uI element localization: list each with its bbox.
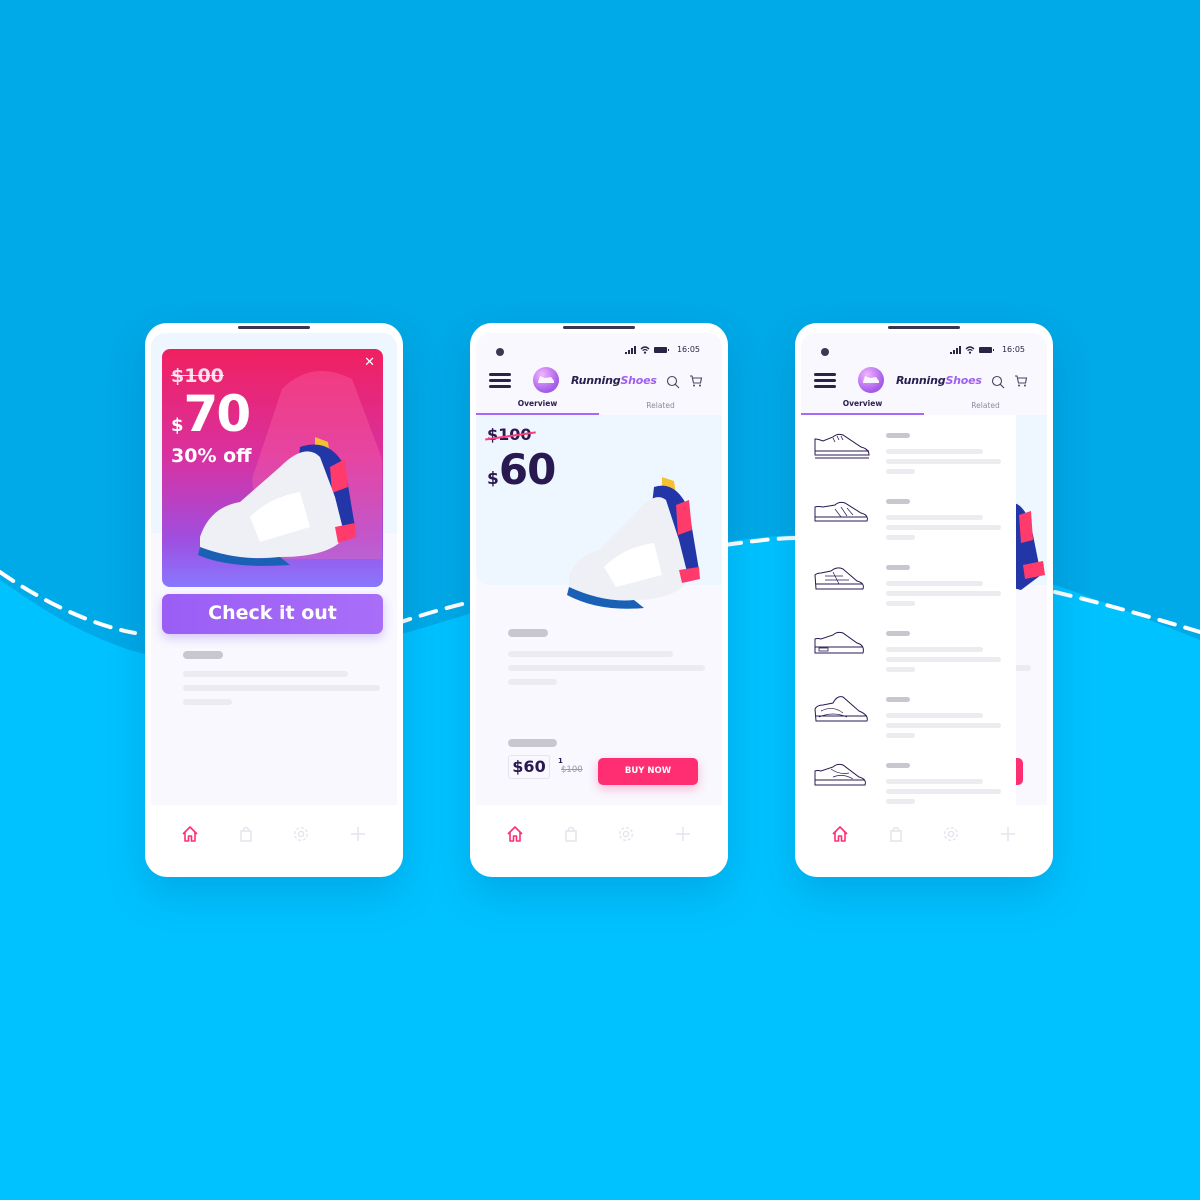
related-item[interactable] xyxy=(801,679,1016,745)
check-it-out-button[interactable]: Check it out xyxy=(162,594,383,634)
gear-icon[interactable] xyxy=(940,823,962,845)
price-value: 60 xyxy=(498,445,556,494)
home-icon[interactable] xyxy=(179,823,201,845)
wifi-icon xyxy=(965,345,975,354)
menu-icon[interactable] xyxy=(489,373,511,388)
status-bar: 16:05 xyxy=(476,345,722,359)
plus-icon[interactable] xyxy=(672,823,694,845)
plus-icon[interactable] xyxy=(347,823,369,845)
bag-icon[interactable] xyxy=(885,823,907,845)
phone-related: 16:05 RunningShoes Overview Related xyxy=(795,323,1053,877)
skeleton-title xyxy=(183,651,223,659)
tab-bar: Overview Related xyxy=(801,397,1047,415)
speaker-notch xyxy=(238,326,310,329)
screen: 16:05 RunningShoes Overview Related $100… xyxy=(476,333,722,805)
cart-icon[interactable] xyxy=(689,374,703,388)
gear-icon[interactable] xyxy=(290,823,312,845)
sneaker-trainer-icon xyxy=(814,567,864,590)
phone-product: 16:05 RunningShoes Overview Related $100… xyxy=(470,323,728,877)
bottom-nav xyxy=(795,805,1053,865)
skeleton-title xyxy=(508,629,548,637)
brand-part1: Running xyxy=(896,374,946,387)
search-icon[interactable] xyxy=(666,375,680,389)
buy-now-button[interactable]: BUY NOW xyxy=(598,758,698,785)
tab-bar: Overview Related xyxy=(476,397,722,415)
logo-icon xyxy=(533,367,559,393)
content-area xyxy=(801,415,1047,805)
bag-icon[interactable] xyxy=(235,823,257,845)
speaker-notch xyxy=(888,326,960,329)
clock: 16:05 xyxy=(1001,345,1025,354)
sneaker-huarache-icon xyxy=(814,696,868,722)
camera-dot xyxy=(821,348,829,356)
phone-promo: 16:05 RunningShoes Overview Related $100… xyxy=(145,323,403,877)
menu-icon[interactable] xyxy=(814,373,836,388)
related-item[interactable] xyxy=(801,481,1016,547)
app-bar: RunningShoes xyxy=(801,367,1047,397)
sneaker-canvas-icon xyxy=(814,433,870,459)
wifi-icon xyxy=(640,345,650,354)
content-area: $100 $70 30% off ✕ Check it out xyxy=(151,333,397,805)
original-price: $100 xyxy=(561,765,583,775)
skeleton-line xyxy=(508,651,673,657)
tab-overview[interactable]: Overview xyxy=(476,397,599,415)
skeleton-line xyxy=(183,671,348,677)
old-price: $100 xyxy=(487,425,532,444)
skeleton-line xyxy=(508,679,557,685)
sneaker-runner-icon xyxy=(814,763,866,786)
skeleton-line xyxy=(183,699,232,705)
skeleton-line xyxy=(183,685,380,691)
bottom-nav xyxy=(145,805,403,865)
brand-name: RunningShoes xyxy=(571,374,657,387)
battery-icon xyxy=(653,346,669,353)
cart-icon[interactable] xyxy=(1014,374,1028,388)
home-icon[interactable] xyxy=(504,823,526,845)
shoe-image xyxy=(567,477,700,609)
brand-name: RunningShoes xyxy=(896,374,982,387)
camera-dot xyxy=(496,348,504,356)
speaker-notch xyxy=(563,326,635,329)
close-icon[interactable]: ✕ xyxy=(364,355,375,370)
app-bar: RunningShoes xyxy=(476,367,722,397)
shoe-image xyxy=(198,437,356,566)
skeleton-title xyxy=(508,739,557,747)
related-item[interactable] xyxy=(801,547,1016,613)
screen: 16:05 RunningShoes Overview Related $100… xyxy=(151,333,397,805)
skeleton-line xyxy=(508,665,705,671)
status-bar: 16:05 xyxy=(801,345,1047,359)
gear-icon[interactable] xyxy=(615,823,637,845)
tab-overview[interactable]: Overview xyxy=(801,397,924,415)
sale-price: $60 xyxy=(487,445,556,494)
related-item[interactable] xyxy=(801,613,1016,679)
battery-icon xyxy=(978,346,994,353)
related-item[interactable] xyxy=(801,745,1016,805)
quantity: 1 xyxy=(558,757,563,765)
sneaker-airmax-icon xyxy=(814,631,864,654)
price-box: $60 xyxy=(508,755,550,779)
signal-icon xyxy=(949,345,961,354)
related-item[interactable] xyxy=(801,415,1016,481)
sneaker-stripes-icon xyxy=(814,501,868,522)
plus-icon[interactable] xyxy=(997,823,1019,845)
related-drawer xyxy=(801,415,1016,805)
screen: 16:05 RunningShoes Overview Related xyxy=(801,333,1047,805)
promo-card: $100 $70 30% off ✕ xyxy=(162,349,383,587)
search-icon[interactable] xyxy=(991,375,1005,389)
brand-part1: Running xyxy=(571,374,621,387)
bottom-nav xyxy=(470,805,728,865)
currency: $ xyxy=(487,469,499,489)
bag-icon[interactable] xyxy=(560,823,582,845)
old-price: $100 xyxy=(171,365,224,387)
signal-icon xyxy=(624,345,636,354)
home-icon[interactable] xyxy=(829,823,851,845)
logo-icon xyxy=(858,367,884,393)
brand-part2: Shoes xyxy=(620,374,657,387)
brand-part2: Shoes xyxy=(945,374,982,387)
clock: 16:05 xyxy=(676,345,700,354)
content-area: $100 $60 $60 1 $100 BUY NOW xyxy=(476,415,722,805)
